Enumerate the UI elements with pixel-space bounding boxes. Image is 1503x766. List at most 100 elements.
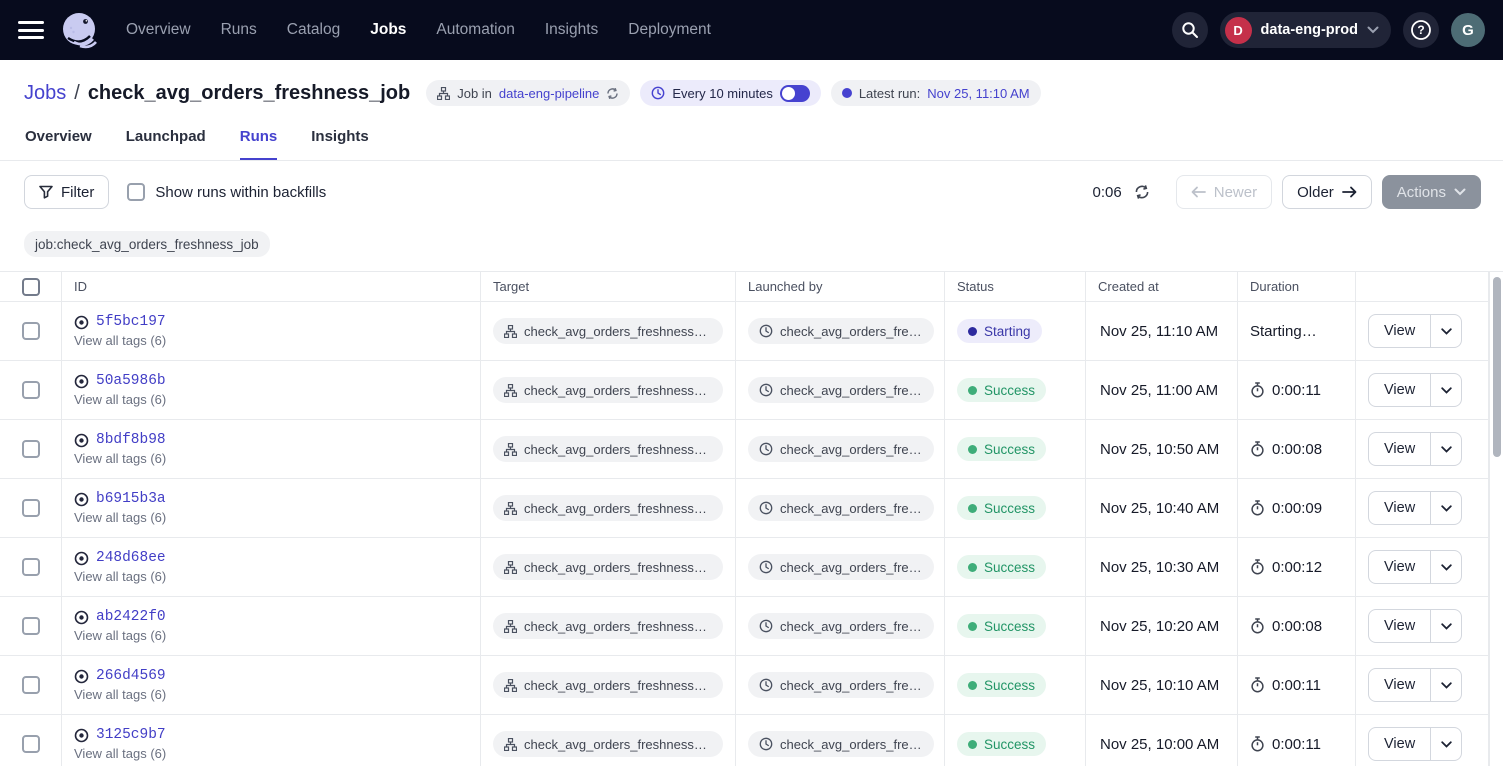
- view-button[interactable]: View: [1369, 315, 1430, 347]
- view-menu-chevron-icon[interactable]: [1431, 669, 1461, 701]
- nav-insights[interactable]: Insights: [545, 21, 598, 39]
- latest-run-link[interactable]: Nov 25, 11:10 AM: [927, 86, 1029, 101]
- actions-button[interactable]: Actions: [1382, 175, 1481, 209]
- view-all-tags-link[interactable]: View all tags (6): [74, 451, 166, 466]
- row-checkbox[interactable]: [22, 381, 40, 399]
- row-checkbox[interactable]: [22, 499, 40, 517]
- launched-by-pill[interactable]: check_avg_orders_freshn…: [748, 436, 934, 462]
- schedule-toggle[interactable]: [780, 85, 810, 102]
- help-button[interactable]: ?: [1403, 12, 1439, 48]
- user-avatar[interactable]: G: [1451, 13, 1485, 47]
- tab-launchpad[interactable]: Launchpad: [126, 128, 206, 160]
- view-all-tags-link[interactable]: View all tags (6): [74, 392, 166, 407]
- duration-value: Starting…: [1250, 323, 1317, 340]
- run-id-link[interactable]: ab2422f0: [96, 609, 166, 625]
- view-all-tags-link[interactable]: View all tags (6): [74, 333, 166, 348]
- row-checkbox[interactable]: [22, 558, 40, 576]
- run-id-link[interactable]: 3125c9b7: [96, 727, 166, 743]
- view-split-button: View: [1368, 491, 1462, 525]
- launched-by-pill[interactable]: check_avg_orders_freshn…: [748, 672, 934, 698]
- menu-icon[interactable]: [18, 21, 44, 39]
- older-button[interactable]: Older: [1282, 175, 1372, 209]
- target-pill[interactable]: check_avg_orders_freshness_job: [493, 554, 723, 580]
- sync-icon[interactable]: [606, 87, 619, 100]
- job-location-badge: Job in data-eng-pipeline: [426, 80, 630, 106]
- tab-insights[interactable]: Insights: [311, 128, 369, 160]
- stopwatch-icon: [1250, 559, 1265, 575]
- run-id-link[interactable]: 248d68ee: [96, 550, 166, 566]
- nav-deployment[interactable]: Deployment: [628, 21, 711, 39]
- target-name: check_avg_orders_freshness_job: [524, 737, 712, 752]
- target-pill[interactable]: check_avg_orders_freshness_job: [493, 495, 723, 521]
- launched-by-pill[interactable]: check_avg_orders_freshn…: [748, 377, 934, 403]
- nav-automation[interactable]: Automation: [436, 21, 514, 39]
- run-id-link[interactable]: 8bdf8b98: [96, 432, 166, 448]
- view-button[interactable]: View: [1369, 433, 1430, 465]
- filter-button[interactable]: Filter: [24, 175, 109, 209]
- launched-by-pill[interactable]: check_avg_orders_freshn…: [748, 318, 934, 344]
- view-button[interactable]: View: [1369, 492, 1430, 524]
- view-menu-chevron-icon[interactable]: [1431, 433, 1461, 465]
- refresh-icon[interactable]: [1134, 184, 1150, 200]
- job-filter-tag[interactable]: job:check_avg_orders_freshness_job: [24, 231, 270, 257]
- view-all-tags-link[interactable]: View all tags (6): [74, 746, 166, 761]
- arrow-left-icon: [1191, 186, 1206, 198]
- run-id-link[interactable]: 50a5986b: [96, 373, 166, 389]
- target-pill[interactable]: check_avg_orders_freshness_job: [493, 436, 723, 462]
- row-checkbox[interactable]: [22, 617, 40, 635]
- search-button[interactable]: [1172, 12, 1208, 48]
- job-tabs: Overview Launchpad Runs Insights: [0, 128, 1503, 161]
- target-pill[interactable]: check_avg_orders_freshness_job: [493, 318, 723, 344]
- row-checkbox[interactable]: [22, 440, 40, 458]
- launched-by-pill[interactable]: check_avg_orders_freshn…: [748, 731, 934, 757]
- target-pill[interactable]: check_avg_orders_freshness_job: [493, 672, 723, 698]
- created-at: Nov 25, 10:50 AM: [1098, 441, 1219, 458]
- view-button[interactable]: View: [1369, 610, 1430, 642]
- view-menu-chevron-icon[interactable]: [1431, 374, 1461, 406]
- view-split-button: View: [1368, 609, 1462, 643]
- launched-by-pill[interactable]: check_avg_orders_freshn…: [748, 554, 934, 580]
- view-menu-chevron-icon[interactable]: [1431, 728, 1461, 760]
- view-all-tags-link[interactable]: View all tags (6): [74, 687, 166, 702]
- view-all-tags-link[interactable]: View all tags (6): [74, 628, 166, 643]
- view-all-tags-link[interactable]: View all tags (6): [74, 569, 166, 584]
- run-id-link[interactable]: 5f5bc197: [96, 314, 166, 330]
- pipeline-link[interactable]: data-eng-pipeline: [499, 86, 599, 101]
- target-pill[interactable]: check_avg_orders_freshness_job: [493, 377, 723, 403]
- scrollbar-thumb[interactable]: [1493, 277, 1501, 457]
- target-pill[interactable]: check_avg_orders_freshness_job: [493, 731, 723, 757]
- dagster-logo-icon[interactable]: [60, 10, 100, 50]
- view-menu-chevron-icon[interactable]: [1431, 492, 1461, 524]
- row-checkbox[interactable]: [22, 676, 40, 694]
- vertical-scrollbar[interactable]: [1489, 272, 1503, 766]
- view-button[interactable]: View: [1369, 551, 1430, 583]
- run-id-link[interactable]: b6915b3a: [96, 491, 166, 507]
- view-split-button: View: [1368, 432, 1462, 466]
- launched-by-pill[interactable]: check_avg_orders_freshn…: [748, 613, 934, 639]
- tab-runs[interactable]: Runs: [240, 128, 278, 160]
- tab-overview[interactable]: Overview: [25, 128, 92, 160]
- view-menu-chevron-icon[interactable]: [1431, 551, 1461, 583]
- view-menu-chevron-icon[interactable]: [1431, 315, 1461, 347]
- run-id-link[interactable]: 266d4569: [96, 668, 166, 684]
- row-checkbox[interactable]: [22, 322, 40, 340]
- newer-button[interactable]: Newer: [1176, 175, 1272, 209]
- view-menu-chevron-icon[interactable]: [1431, 610, 1461, 642]
- target-pill[interactable]: check_avg_orders_freshness_job: [493, 613, 723, 639]
- backfills-checkbox[interactable]: [127, 183, 145, 201]
- nav-jobs[interactable]: Jobs: [370, 21, 406, 39]
- launched-by-pill[interactable]: check_avg_orders_freshn…: [748, 495, 934, 521]
- workspace-selector[interactable]: D data-eng-prod: [1220, 12, 1391, 48]
- view-button[interactable]: View: [1369, 728, 1430, 760]
- backfills-label: Show runs within backfills: [155, 184, 326, 201]
- nav-catalog[interactable]: Catalog: [287, 21, 340, 39]
- view-button[interactable]: View: [1369, 669, 1430, 701]
- nav-runs[interactable]: Runs: [221, 21, 257, 39]
- row-checkbox[interactable]: [22, 735, 40, 753]
- view-all-tags-link[interactable]: View all tags (6): [74, 510, 166, 525]
- duration-value: 0:00:11: [1272, 677, 1321, 694]
- select-all-checkbox[interactable]: [22, 278, 40, 296]
- view-button[interactable]: View: [1369, 374, 1430, 406]
- breadcrumb-jobs-link[interactable]: Jobs: [24, 82, 66, 105]
- nav-overview[interactable]: Overview: [126, 21, 191, 39]
